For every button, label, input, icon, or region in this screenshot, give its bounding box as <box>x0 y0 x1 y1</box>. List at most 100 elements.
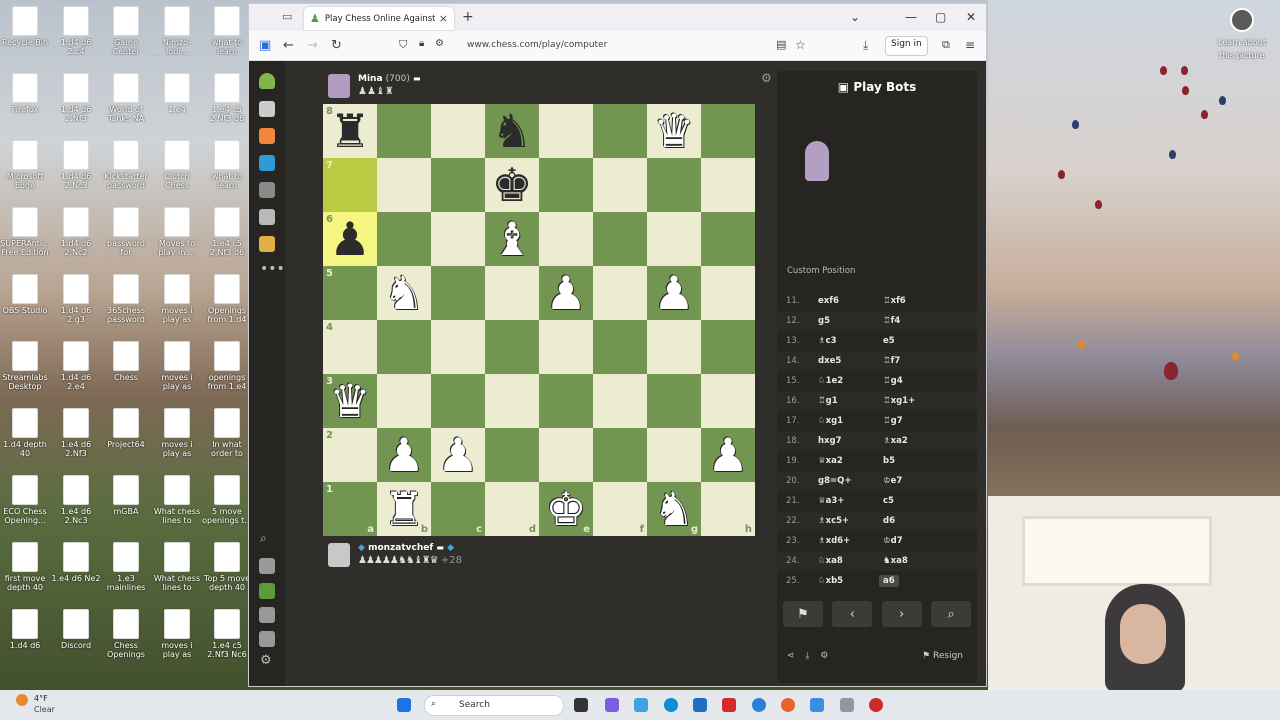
sidebar-toggle-icon[interactable]: ▣ <box>259 38 271 53</box>
black-rook-icon[interactable]: ♜ <box>329 104 370 158</box>
reader-view-icon[interactable]: ▤ <box>776 38 786 51</box>
white-pawn-icon[interactable]: ♟ <box>653 266 694 320</box>
square-d4[interactable] <box>485 320 539 374</box>
settings-icon[interactable]: ⚙ <box>820 651 828 661</box>
desktop-icon[interactable]: Openings from 1.d4 <box>202 274 252 324</box>
white-pawn-icon[interactable]: ♟ <box>707 428 748 482</box>
square-f1[interactable]: f <box>593 482 647 536</box>
square-h1[interactable]: h <box>701 482 755 536</box>
news-icon[interactable] <box>259 209 275 225</box>
square-g5[interactable]: ♟ <box>647 266 701 320</box>
square-g2[interactable] <box>647 428 701 482</box>
forward-button[interactable]: → <box>307 38 318 53</box>
square-e3[interactable] <box>539 374 593 428</box>
sign-in-button[interactable]: Sign in <box>885 36 928 56</box>
desktop-icon[interactable]: moves i play as white <box>152 274 202 324</box>
black-pawn-icon[interactable]: ♟ <box>329 212 370 266</box>
desktop-icon[interactable]: what to learn recently <box>202 6 252 56</box>
resign-button[interactable]: ⚑ Resign <box>922 651 963 661</box>
square-d3[interactable] <box>485 374 539 428</box>
black-move[interactable]: ♔d7 <box>874 536 903 546</box>
desktop-icon[interactable]: 1.d4 d6 2.e4 <box>51 341 101 391</box>
new-tab-button[interactable]: + <box>462 9 474 25</box>
square-g8[interactable]: ♛ <box>647 104 701 158</box>
desktop-icon[interactable]: password for inboxdollars <box>101 207 151 257</box>
square-e2[interactable] <box>539 428 593 482</box>
square-c6[interactable] <box>431 212 485 266</box>
white-move[interactable]: ♖g1 <box>809 396 874 406</box>
desktop-icon[interactable]: What chess lines to lea... <box>152 542 202 592</box>
white-rook-icon[interactable]: ♜ <box>383 482 424 536</box>
desktop-icon[interactable]: 1.d4 d6 2.Nc2 <box>51 207 101 257</box>
desktop-icon[interactable]: What chess lines to lea... <box>152 475 202 525</box>
white-move[interactable]: ♗xc5+ <box>809 516 874 526</box>
square-g1[interactable]: g ♞ <box>647 482 701 536</box>
square-b1[interactable]: b ♜ <box>377 482 431 536</box>
black-move[interactable]: ♖xg1+ <box>874 396 915 406</box>
square-h6[interactable] <box>701 212 755 266</box>
desktop-icon[interactable]: first move depth 40 <box>0 542 50 592</box>
black-king-icon[interactable]: ♚ <box>491 158 532 212</box>
desktop-icon[interactable]: Game Center <box>101 6 151 56</box>
square-a7[interactable]: 7 <box>323 158 377 212</box>
desktop-icon[interactable]: 1.d4 d6 <box>0 609 50 659</box>
desktop-icon[interactable]: Clutch Chess <box>152 140 202 190</box>
square-e1[interactable]: e ♚ <box>539 482 593 536</box>
social-icon[interactable] <box>259 236 275 252</box>
white-move[interactable]: g5 <box>809 316 874 326</box>
white-move[interactable]: ♘xg1 <box>809 416 874 426</box>
copilot-icon[interactable] <box>605 698 619 712</box>
desktop-icon[interactable]: 1.e4 d6 2.Nf3 <box>51 408 101 458</box>
square-c5[interactable] <box>431 266 485 320</box>
app-icon[interactable] <box>840 698 854 712</box>
square-a6[interactable]: 6 ♟ <box>323 212 377 266</box>
tab-list-icon[interactable]: ▭ <box>282 10 292 23</box>
notifications-icon[interactable] <box>259 631 275 647</box>
square-d2[interactable] <box>485 428 539 482</box>
desktop-icon[interactable]: 1.e4 c5 2.Nf3 d6 3.d4 c... <box>202 73 252 123</box>
reload-button[interactable]: ↻ <box>331 38 342 53</box>
white-move[interactable]: ♕xa2 <box>809 456 874 466</box>
menu-icon[interactable]: ≡ <box>965 38 975 52</box>
shield-icon[interactable]: ⛉ <box>399 38 407 52</box>
download-icon[interactable]: ⤓ <box>805 651 809 661</box>
settings-icon[interactable]: ⚙ <box>260 653 272 668</box>
desktop-icon[interactable]: ECO Chess Opening... <box>0 475 50 525</box>
play-icon[interactable] <box>259 101 275 117</box>
square-b4[interactable] <box>377 320 431 374</box>
share-icon[interactable]: ⋖ <box>787 651 795 661</box>
close-window-button[interactable]: ✕ <box>966 10 976 24</box>
weather-desc[interactable]: Clear <box>34 705 55 714</box>
square-h5[interactable] <box>701 266 755 320</box>
flag-icon[interactable]: ⚑ <box>783 601 823 627</box>
white-move[interactable]: ♘1e2 <box>809 376 874 386</box>
square-h2[interactable]: ♟ <box>701 428 755 482</box>
black-move[interactable]: ♗xa2 <box>874 436 908 446</box>
weather-icon[interactable] <box>16 694 28 706</box>
desktop-icon[interactable]: Project64 <box>101 408 151 458</box>
white-move[interactable]: ♘xb5 <box>809 576 874 586</box>
desktop-icon[interactable]: 1.e3 mainlines <box>101 542 151 592</box>
bottom-player-name[interactable]: monzatvchef <box>368 543 433 553</box>
white-move[interactable]: dxe5 <box>809 356 874 366</box>
square-b3[interactable] <box>377 374 431 428</box>
friends-icon[interactable] <box>259 583 275 599</box>
desktop-icon[interactable]: 1.d4 depth 40 <box>0 408 50 458</box>
desktop-icon[interactable]: Kickstarter password <box>101 140 151 190</box>
desktop-icon[interactable]: 1.d4 d6 2.c4 <box>51 6 101 56</box>
chess-board[interactable]: 8 ♜ ♞ ♛ 7 ♚ 6 ♟ ♝ 5 ♞ ♟ ♟ 4 3 ♛ 2 ♟ ♟ ♟ 1 a b ♜ c d e ♚ f g ♞ h <box>323 104 755 536</box>
messages-icon[interactable] <box>259 607 275 623</box>
black-move[interactable]: ♖g7 <box>874 416 903 426</box>
white-king-icon[interactable]: ♚ <box>545 482 586 536</box>
desktop-icon[interactable]: moves i play as black <box>152 341 202 391</box>
desktop-icon[interactable]: Chess Openings <box>101 609 151 659</box>
square-d1[interactable]: d <box>485 482 539 536</box>
desktop-icon[interactable]: openings from 1.e4 <box>202 341 252 391</box>
black-move[interactable]: e5 <box>874 336 895 346</box>
desktop-icon[interactable]: Nimzo-Indi... Defense t... <box>152 6 202 56</box>
learn-about-picture-button[interactable]: Learn about this picture <box>1214 8 1270 61</box>
close-tab-icon[interactable]: × <box>439 12 448 25</box>
desktop-icon[interactable]: 1.e4 d6 2.Nc3 <box>51 475 101 525</box>
more-icon[interactable]: ••• <box>260 261 285 277</box>
desktop-icon[interactable]: 1.e4 c5 2.Nf3 d6 3.Bb4 c... <box>202 207 252 257</box>
